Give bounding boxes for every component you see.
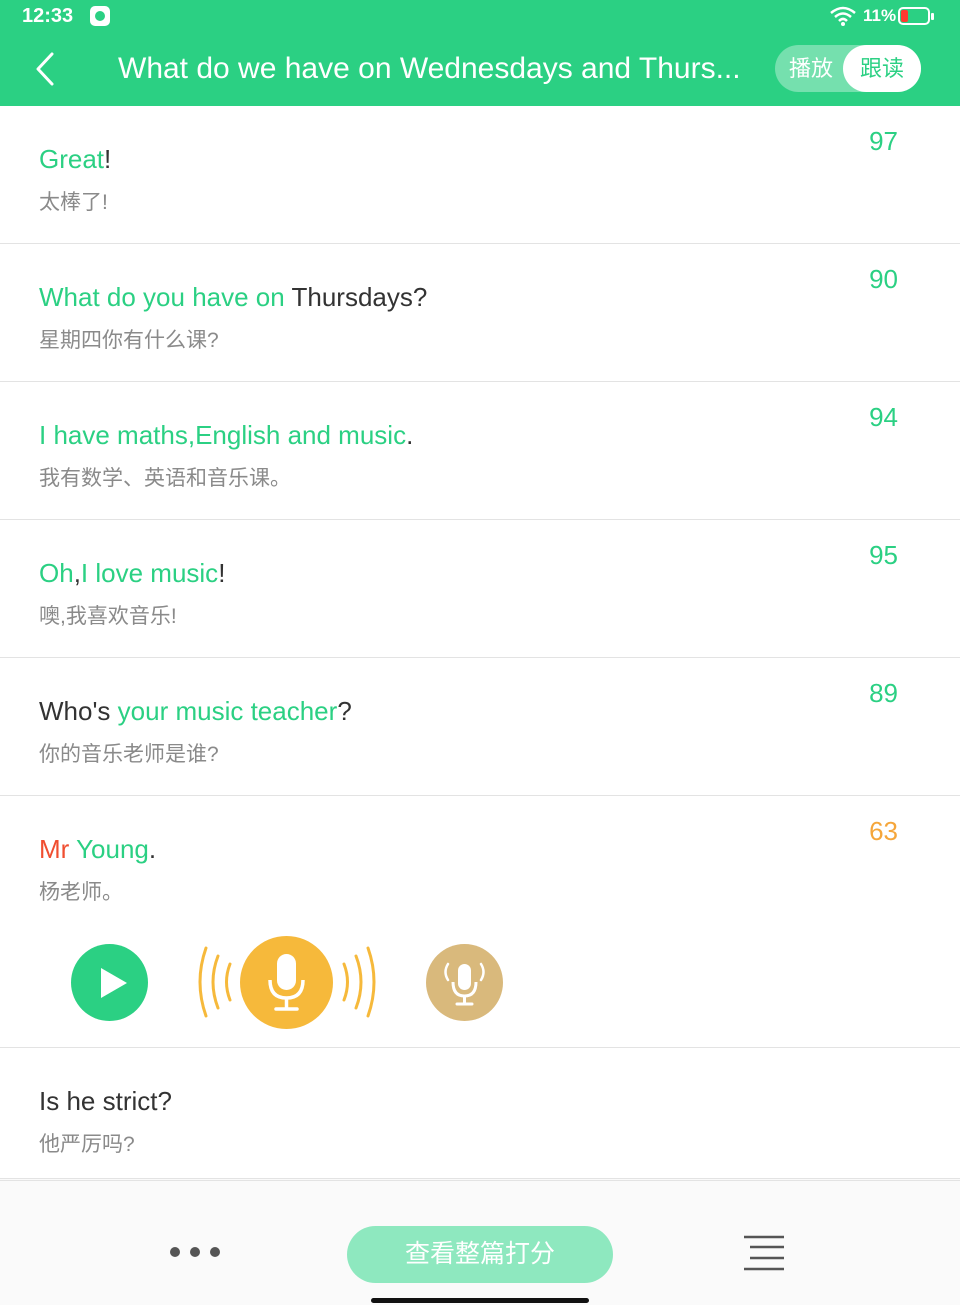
word-segment: Oh bbox=[39, 558, 74, 588]
battery-percent: 11% bbox=[863, 6, 897, 25]
word-segment: ! bbox=[104, 144, 112, 174]
word-segment: Great bbox=[39, 144, 105, 174]
mode-play-button[interactable]: 播放 bbox=[775, 45, 847, 92]
sentence-row[interactable]: Is he strict? 他严厉吗? bbox=[0, 1048, 960, 1179]
record-button[interactable] bbox=[240, 936, 333, 1029]
sentence-score: 89 bbox=[869, 678, 898, 708]
word-segment: I love music bbox=[80, 558, 219, 588]
sentence-list: Great! 太棒了! 97 What do you have on Thursday… bbox=[0, 106, 960, 1179]
sentence-english: What do you have on Thursdays? bbox=[39, 282, 427, 313]
wifi-icon bbox=[830, 6, 856, 26]
word-segment: Thursdays? bbox=[291, 282, 428, 312]
sentence-english: Great! bbox=[39, 144, 111, 175]
word-segment: . bbox=[406, 420, 414, 450]
microphone-icon bbox=[268, 954, 305, 1011]
replay-recording-button[interactable] bbox=[426, 944, 503, 1021]
sentence-score: 63 bbox=[869, 816, 898, 846]
view-full-score-button[interactable]: 查看整篇打分 bbox=[347, 1226, 613, 1283]
back-arrow-icon[interactable] bbox=[30, 48, 66, 92]
sentence-row[interactable]: Who's your music teacher? 你的音乐老师是谁? 89 bbox=[0, 658, 960, 796]
sentence-translation: 太棒了! bbox=[39, 191, 108, 214]
home-indicator bbox=[371, 1298, 589, 1303]
battery-icon bbox=[898, 7, 934, 25]
word-segment: Young bbox=[76, 834, 149, 864]
word-segment: your music teacher bbox=[117, 696, 338, 726]
sentence-row[interactable]: Mr Young. 杨老师。 63 bbox=[0, 796, 960, 1048]
word-segment: ? bbox=[337, 696, 352, 726]
sentence-english: Oh,I love music! bbox=[39, 558, 225, 589]
word-segment: I have maths,English and music bbox=[39, 420, 407, 450]
sentence-score: 95 bbox=[869, 540, 898, 570]
sentence-translation: 我有数学、英语和音乐课。 bbox=[39, 467, 291, 490]
sentence-score: 97 bbox=[869, 126, 898, 156]
status-time: 12:33 bbox=[22, 5, 74, 27]
word-segment: Mr bbox=[39, 834, 77, 864]
sentence-score: 94 bbox=[869, 402, 898, 432]
replay-recording-icon bbox=[444, 962, 485, 1006]
status-bar: 12:33 11% bbox=[0, 0, 960, 34]
bottom-bar: 查看整篇打分 bbox=[0, 1180, 960, 1305]
sound-wave-right-icon bbox=[342, 946, 376, 1018]
sentence-translation: 他严厉吗? bbox=[39, 1133, 135, 1156]
sentence-english: I have maths,English and music. bbox=[39, 420, 413, 451]
word-segment: ! bbox=[218, 558, 226, 588]
word-segment: , bbox=[73, 558, 81, 588]
sentence-english: Is he strict? bbox=[39, 1086, 172, 1117]
app-notification-icon bbox=[90, 6, 110, 26]
word-segment: Who's bbox=[39, 696, 118, 726]
play-icon[interactable] bbox=[71, 944, 148, 1021]
sentence-row[interactable]: What do you have on Thursdays? 星期四你有什么课? 9… bbox=[0, 244, 960, 382]
sound-wave-left-icon bbox=[198, 946, 232, 1018]
top-bar: 12:33 11% What do we have on Wednesdays … bbox=[0, 0, 960, 106]
word-segment: Is he strict? bbox=[39, 1086, 172, 1116]
sentence-translation: 噢,我喜欢音乐! bbox=[39, 605, 177, 628]
sentence-row[interactable]: I have maths,English and music. 我有数学、英语和音… bbox=[0, 382, 960, 520]
sentence-translation: 星期四你有什么课? bbox=[39, 329, 219, 352]
sentence-english: Mr Young. bbox=[39, 834, 156, 865]
mode-toggle[interactable]: 播放 跟读 bbox=[775, 45, 921, 92]
sentence-translation: 你的音乐老师是谁? bbox=[39, 743, 219, 766]
sentence-score: 90 bbox=[869, 264, 898, 294]
word-segment: What do you have on bbox=[39, 282, 292, 312]
sentence-row[interactable]: Oh,I love music! 噢,我喜欢音乐! 95 bbox=[0, 520, 960, 658]
list-menu-icon[interactable] bbox=[742, 1233, 786, 1273]
word-segment: . bbox=[148, 834, 157, 864]
more-dots-icon[interactable] bbox=[168, 1243, 222, 1263]
mode-follow-button[interactable]: 跟读 bbox=[843, 45, 921, 92]
sentence-row[interactable]: Great! 太棒了! 97 bbox=[0, 106, 960, 244]
playback-controls bbox=[0, 932, 960, 1042]
sentence-english: Who's your music teacher? bbox=[39, 696, 352, 727]
page-title: What do we have on Wednesdays and Thurs.… bbox=[118, 52, 741, 85]
sentence-translation: 杨老师。 bbox=[39, 881, 123, 904]
